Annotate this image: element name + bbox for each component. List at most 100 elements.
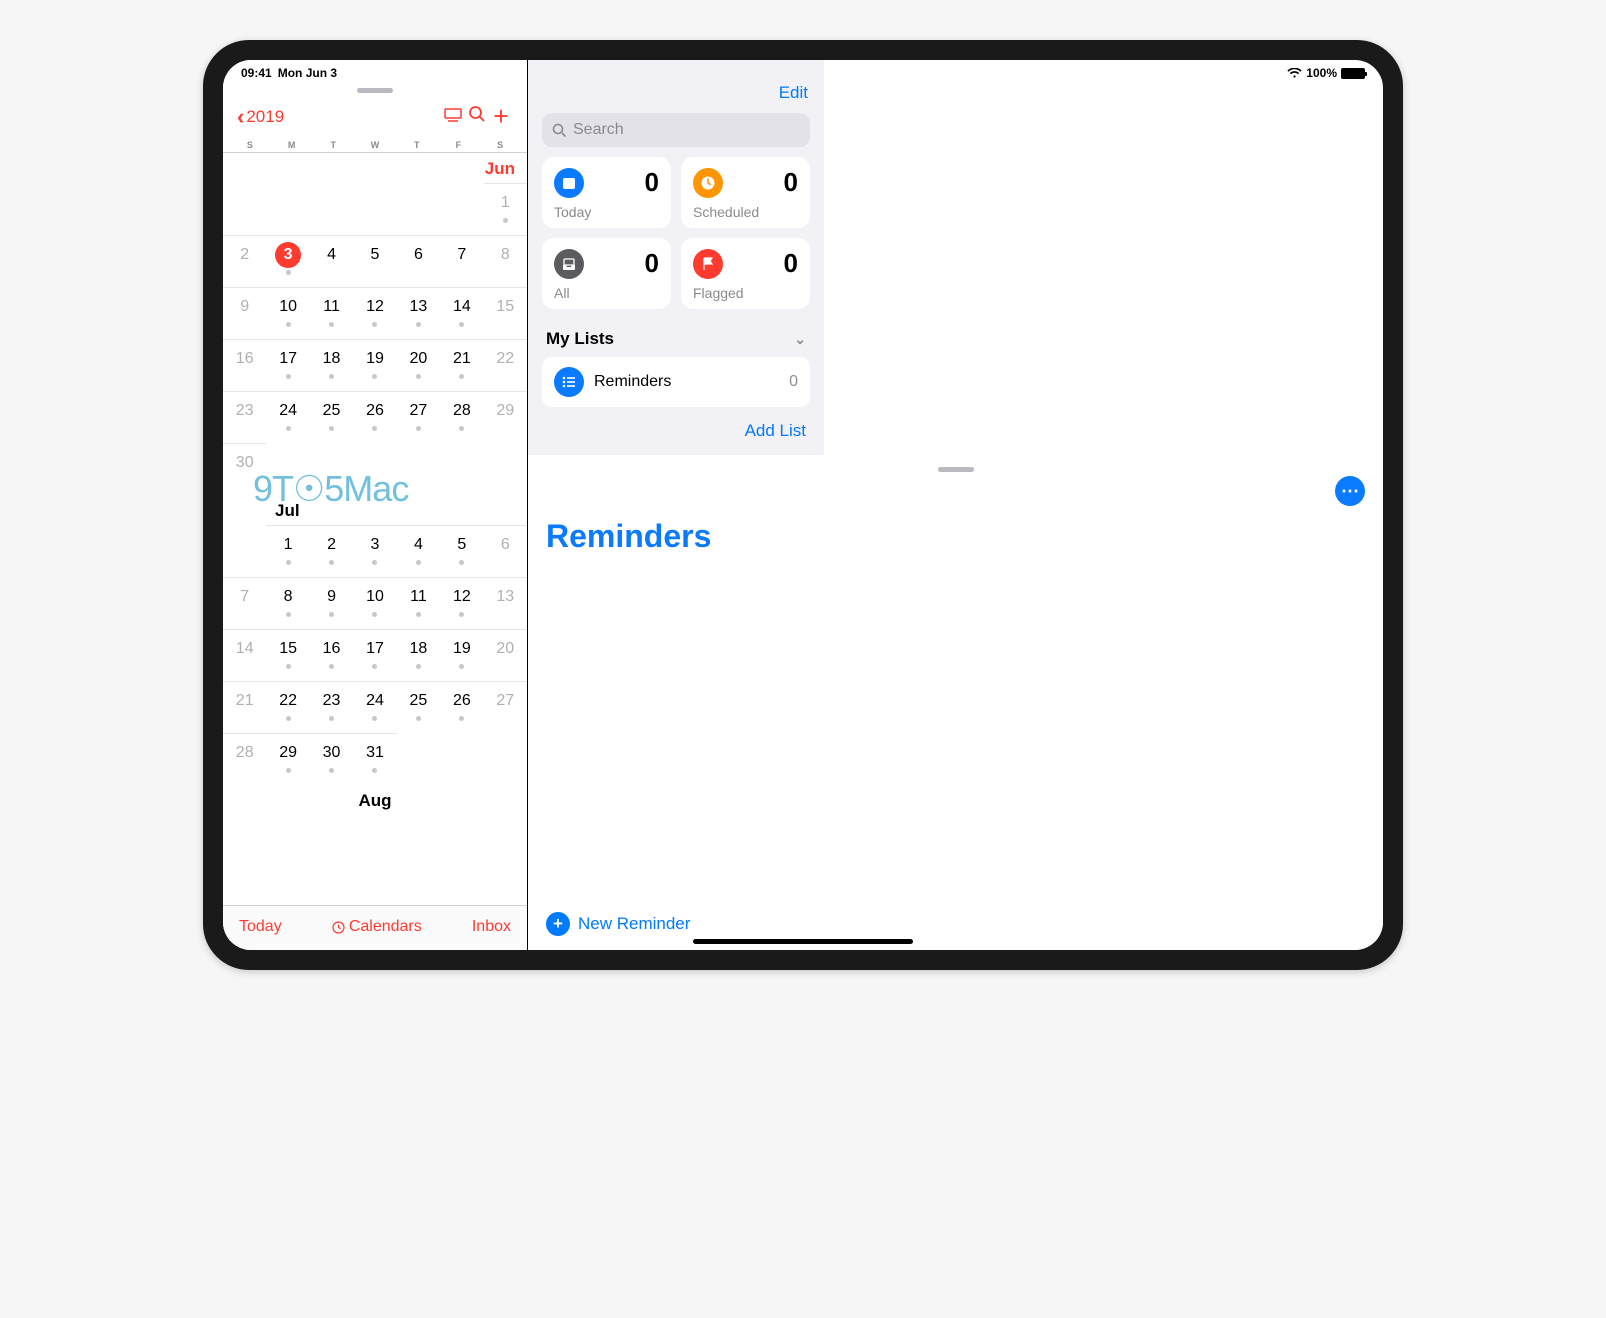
day-cell[interactable]: 25 (310, 391, 353, 443)
day-cell[interactable]: 5 (353, 235, 396, 287)
day-cell[interactable]: 26 (353, 391, 396, 443)
day-cell[interactable]: 1 (266, 525, 309, 577)
day-cell[interactable]: 4 (310, 235, 353, 287)
month-grid: 1234567891011121314151617181920212223242… (223, 525, 527, 785)
day-cell[interactable]: 22 (484, 339, 527, 391)
new-reminder-button[interactable]: + New Reminder (528, 898, 1383, 950)
battery-icon (1341, 68, 1365, 79)
day-cell[interactable]: 19 (440, 629, 483, 681)
day-cell[interactable]: 13 (484, 577, 527, 629)
search-input[interactable]: Search (542, 113, 810, 147)
calendar-icon (554, 168, 584, 198)
day-cell[interactable]: 10 (353, 577, 396, 629)
day-cell[interactable]: 6 (397, 235, 440, 287)
day-cell[interactable]: 27 (484, 681, 527, 733)
day-cell[interactable]: 15 (266, 629, 309, 681)
calendar-scroll[interactable]: Jun1234567891011121314151617181920212223… (223, 153, 527, 905)
today-button[interactable]: Today (239, 918, 282, 936)
day-cell[interactable]: 10 (266, 287, 309, 339)
card-count: 0 (645, 167, 659, 198)
home-indicator[interactable] (693, 939, 913, 944)
day-cell[interactable]: 12 (353, 287, 396, 339)
chevron-down-icon[interactable]: ⌄ (794, 331, 806, 348)
day-cell[interactable]: 11 (397, 577, 440, 629)
card-all[interactable]: 0All (542, 238, 671, 309)
day-cell[interactable]: 28 (440, 391, 483, 443)
day-cell[interactable]: 15 (484, 287, 527, 339)
day-cell[interactable]: 3 (353, 525, 396, 577)
card-count: 0 (784, 248, 798, 279)
day-cell[interactable]: 18 (310, 339, 353, 391)
chevron-left-icon: ‹ (237, 104, 244, 130)
day-cell[interactable]: 12 (440, 577, 483, 629)
day-cell[interactable]: 20 (484, 629, 527, 681)
card-count: 0 (645, 248, 659, 279)
day-cell[interactable]: 14 (223, 629, 266, 681)
add-list-button[interactable]: Add List (528, 407, 824, 455)
day-cell[interactable]: 30 (310, 733, 353, 785)
day-cell[interactable]: 4 (397, 525, 440, 577)
day-cell[interactable]: 16 (223, 339, 266, 391)
status-bar-right: 100% (528, 60, 1383, 82)
day-cell[interactable]: 13 (397, 287, 440, 339)
day-cell[interactable]: 17 (266, 339, 309, 391)
day-cell[interactable]: 29 (266, 733, 309, 785)
tray-icon (554, 249, 584, 279)
day-cell[interactable]: 30 (223, 443, 266, 495)
card-flagged[interactable]: 0Flagged (681, 238, 810, 309)
multitask-grabber[interactable] (938, 467, 974, 472)
view-mode-icon[interactable] (441, 106, 465, 128)
day-cell[interactable]: 6 (484, 525, 527, 577)
card-today[interactable]: 0Today (542, 157, 671, 228)
search-icon (552, 123, 567, 138)
day-cell[interactable]: 7 (440, 235, 483, 287)
day-cell[interactable]: 21 (440, 339, 483, 391)
card-label: Scheduled (693, 204, 798, 220)
status-bar-left: 09:41 Mon Jun 3 (223, 60, 527, 82)
day-cell[interactable]: 7 (223, 577, 266, 629)
day-cell[interactable]: 24 (353, 681, 396, 733)
day-cell[interactable]: 1 (484, 183, 527, 235)
more-button[interactable]: ⋯ (1335, 476, 1365, 506)
day-cell[interactable]: 27 (397, 391, 440, 443)
day-cell[interactable]: 14 (440, 287, 483, 339)
day-cell[interactable]: 17 (353, 629, 396, 681)
day-cell[interactable]: 3 (266, 235, 309, 287)
day-cell[interactable]: 22 (266, 681, 309, 733)
card-count: 0 (784, 167, 798, 198)
flag-icon (693, 249, 723, 279)
list-item[interactable]: Reminders0 (542, 357, 810, 407)
day-cell[interactable]: 9 (223, 287, 266, 339)
day-cell[interactable]: 9 (310, 577, 353, 629)
day-cell[interactable]: 2 (310, 525, 353, 577)
reminders-main: 100% ⋯ Reminders + New Reminder (528, 455, 1383, 950)
calendar-toolbar: Today Calendars Inbox (223, 905, 527, 950)
day-cell[interactable]: 2 (223, 235, 266, 287)
day-cell[interactable]: 5 (440, 525, 483, 577)
day-cell[interactable]: 18 (397, 629, 440, 681)
day-cell[interactable]: 20 (397, 339, 440, 391)
inbox-button[interactable]: Inbox (472, 918, 511, 936)
day-cell[interactable]: 23 (223, 391, 266, 443)
battery-percent: 100% (1306, 66, 1337, 80)
search-icon[interactable] (465, 105, 489, 129)
day-cell[interactable]: 19 (353, 339, 396, 391)
add-event-button[interactable]: + (489, 101, 513, 132)
day-cell[interactable]: 16 (310, 629, 353, 681)
back-to-year-button[interactable]: ‹ 2019 (237, 104, 284, 130)
day-cell[interactable]: 11 (310, 287, 353, 339)
day-cell[interactable]: 23 (310, 681, 353, 733)
ipad-frame: 09:41 Mon Jun 3 ‹ 2019 + SMTWTFS Jun1234… (203, 40, 1403, 970)
card-scheduled[interactable]: 0 Scheduled (681, 157, 810, 228)
day-cell[interactable]: 24 (266, 391, 309, 443)
day-cell[interactable]: 8 (484, 235, 527, 287)
day-cell[interactable]: 25 (397, 681, 440, 733)
calendars-button[interactable]: Calendars (332, 918, 422, 936)
status-time: 09:41 (241, 66, 272, 80)
day-cell[interactable]: 8 (266, 577, 309, 629)
day-cell[interactable]: 21 (223, 681, 266, 733)
day-cell[interactable]: 29 (484, 391, 527, 443)
day-cell[interactable]: 31 (353, 733, 396, 785)
day-cell[interactable]: 28 (223, 733, 266, 785)
day-cell[interactable]: 26 (440, 681, 483, 733)
